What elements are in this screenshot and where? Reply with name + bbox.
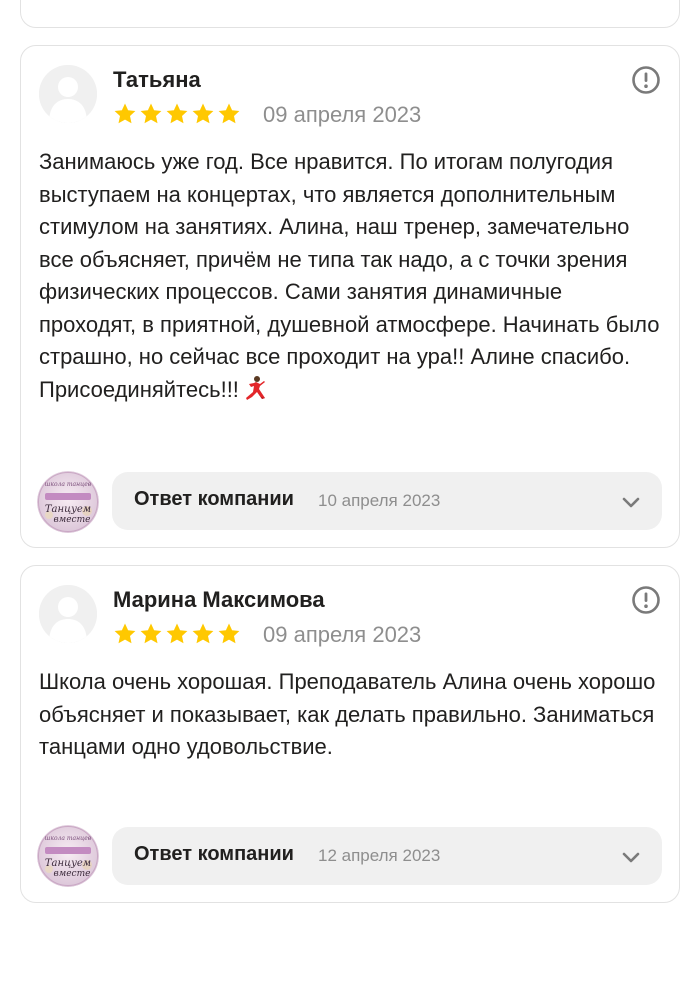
review-author[interactable]: Марина Максимова bbox=[113, 587, 325, 613]
company-logo[interactable]: школа танцев Танцуем вместе bbox=[37, 825, 99, 887]
star-icon bbox=[166, 623, 188, 644]
user-placeholder-icon bbox=[39, 585, 97, 643]
star-icon bbox=[140, 623, 162, 644]
user-avatar[interactable] bbox=[39, 585, 97, 643]
exclamation-circle-icon[interactable] bbox=[631, 585, 661, 615]
logo-text-top: школа танцев bbox=[45, 835, 92, 842]
review-date: 09 апреля 2023 bbox=[263, 102, 422, 127]
logo-text-sub: вместе bbox=[54, 869, 91, 879]
star-icon bbox=[218, 103, 240, 124]
star-icon bbox=[166, 103, 188, 124]
previous-review-card bbox=[20, 0, 680, 28]
review-text: Занимаюсь уже год. Все нравится. По итог… bbox=[39, 149, 660, 402]
star-icon bbox=[140, 103, 162, 124]
star-rating bbox=[113, 622, 241, 646]
star-icon bbox=[114, 623, 136, 644]
logo-text-main: Танцуем bbox=[45, 504, 91, 515]
review-text: Школа очень хорошая. Преподаватель Алина… bbox=[39, 669, 656, 759]
chevron-down-icon bbox=[622, 852, 640, 863]
review-author[interactable]: Татьяна bbox=[113, 67, 201, 93]
reply-date: 12 апреля 2023 bbox=[318, 846, 441, 865]
logo-text-top: школа танцев bbox=[45, 481, 92, 488]
reply-label: Ответ компании bbox=[134, 488, 294, 510]
star-icon bbox=[192, 623, 214, 644]
company-reply-toggle[interactable]: Ответ компании 12 апреля 2023 bbox=[112, 827, 662, 885]
user-placeholder-icon bbox=[39, 65, 97, 123]
logo-text-sub: вместе bbox=[54, 515, 91, 525]
company-logo[interactable]: школа танцев Танцуем вместе bbox=[37, 471, 99, 533]
star-icon bbox=[114, 103, 136, 124]
star-icon bbox=[192, 103, 214, 124]
chevron-down-icon bbox=[622, 497, 640, 508]
reply-label: Ответ компании bbox=[134, 843, 294, 865]
company-reply-toggle[interactable]: Ответ компании 10 апреля 2023 bbox=[112, 472, 662, 530]
review-date: 09 апреля 2023 bbox=[263, 622, 422, 647]
star-icon bbox=[218, 623, 240, 644]
dancer-emoji bbox=[245, 375, 265, 400]
logo-text-main: Танцуем bbox=[45, 858, 91, 869]
review-card: Марина Максимова 09 апреля 2023 Школа оч… bbox=[20, 565, 680, 903]
review-card: Татьяна 09 апреля 2023 Занимаюсь уже год… bbox=[20, 45, 680, 548]
user-avatar[interactable] bbox=[39, 65, 97, 123]
star-rating bbox=[113, 102, 241, 126]
reply-date: 10 апреля 2023 bbox=[318, 491, 441, 510]
exclamation-circle-icon[interactable] bbox=[631, 65, 661, 95]
